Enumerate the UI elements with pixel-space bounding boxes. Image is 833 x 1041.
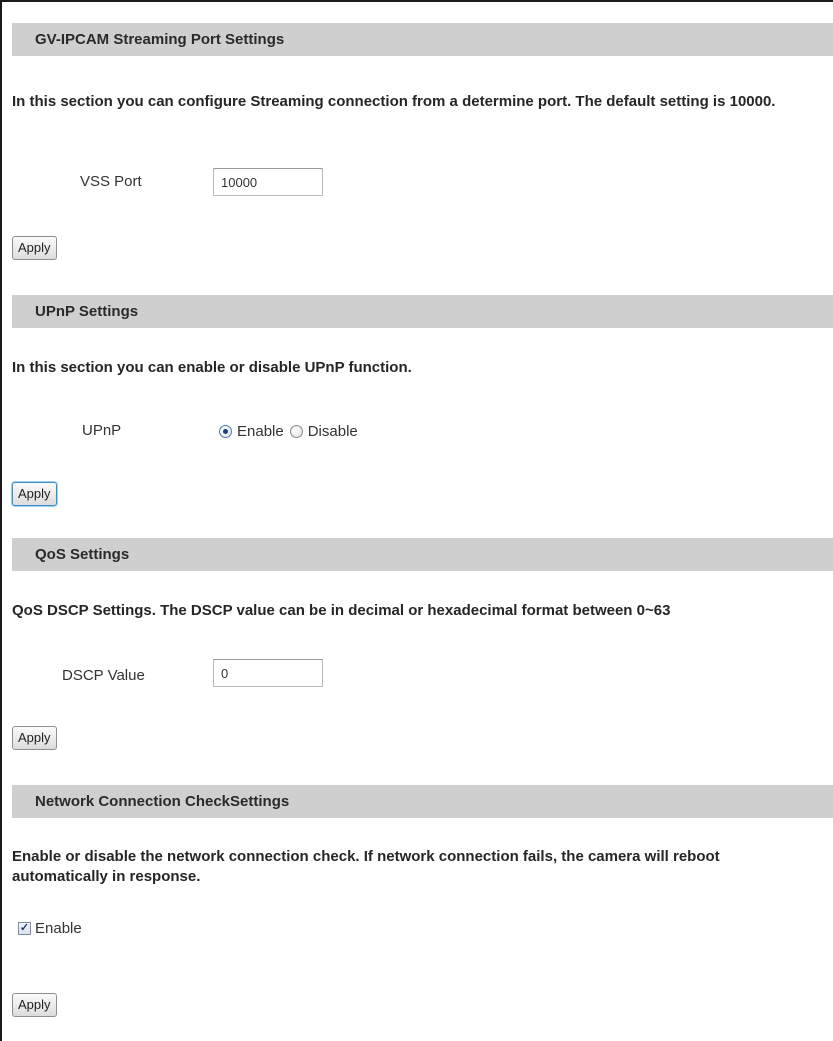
upnp-description: In this section you can enable or disabl…	[12, 359, 412, 376]
network-check-apply-button[interactable]: Apply	[12, 993, 57, 1017]
upnp-radio-group: Enable Disable	[219, 423, 364, 440]
network-check-section-title: Network Connection CheckSettings	[35, 793, 290, 810]
network-check-enable-row: ✓ Enable	[18, 920, 82, 937]
upnp-disable-radio[interactable]	[289, 425, 303, 438]
dscp-value-input[interactable]	[213, 659, 323, 687]
streaming-section-header: GV-IPCAM Streaming Port Settings	[12, 23, 833, 56]
streaming-section-title: GV-IPCAM Streaming Port Settings	[35, 31, 285, 48]
vss-port-input[interactable]	[213, 168, 323, 196]
qos-apply-button[interactable]: Apply	[12, 726, 57, 750]
page-frame: GV-IPCAM Streaming Port Settings In this…	[0, 0, 833, 1041]
checkmark-icon: ✓	[19, 922, 30, 934]
streaming-description: In this section you can configure Stream…	[12, 93, 776, 110]
network-check-section-header: Network Connection CheckSettings	[12, 785, 833, 818]
qos-description: QoS DSCP Settings. The DSCP value can be…	[12, 602, 671, 619]
upnp-label: UPnP	[82, 422, 122, 439]
qos-section-title: QoS Settings	[35, 546, 130, 563]
upnp-apply-button[interactable]: Apply	[12, 482, 57, 506]
radio-selected-dot	[223, 429, 228, 434]
upnp-enable-radio[interactable]	[219, 425, 232, 438]
qos-section-header: QoS Settings	[12, 538, 833, 571]
upnp-section-header: UPnP Settings	[12, 295, 833, 328]
upnp-enable-label[interactable]: Enable	[237, 423, 284, 440]
network-check-enable-label[interactable]: Enable	[35, 920, 82, 937]
streaming-apply-button[interactable]: Apply	[12, 236, 57, 260]
vss-port-label: VSS Port	[80, 173, 142, 190]
upnp-disable-label[interactable]: Disable	[308, 423, 358, 440]
upnp-section-title: UPnP Settings	[35, 303, 139, 320]
network-check-description: Enable or disable the network connection…	[12, 848, 720, 885]
dscp-value-label: DSCP Value	[62, 667, 145, 684]
network-check-enable-checkbox[interactable]: ✓	[18, 922, 31, 935]
